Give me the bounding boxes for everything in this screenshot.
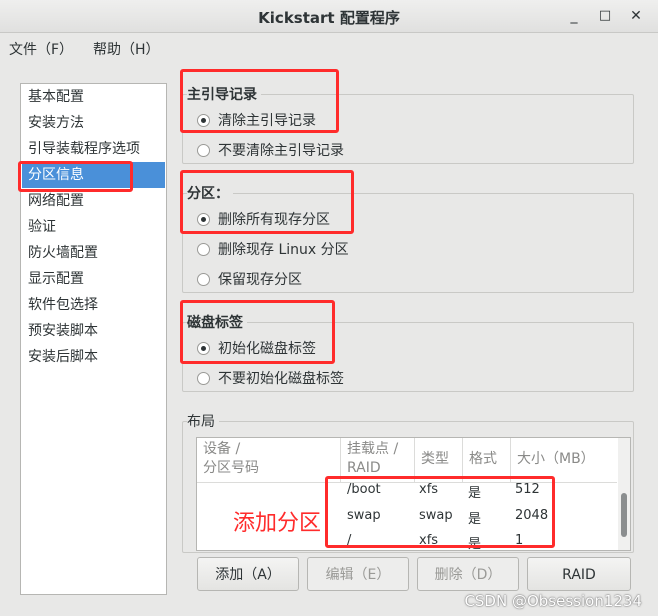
- radio-selected-icon: [197, 114, 210, 127]
- radio-selected-icon: [197, 213, 210, 226]
- table-scrollbar[interactable]: [618, 438, 630, 550]
- row3-type[interactable]: xfs: [419, 533, 438, 548]
- row3-format[interactable]: 是: [468, 533, 481, 550]
- sidebar-item-pre-script[interactable]: 预安装脚本: [22, 318, 165, 344]
- sidebar-item-network[interactable]: 网络配置: [22, 188, 165, 214]
- col-mount[interactable]: 挂载点 / RAID: [341, 438, 415, 482]
- radio-remove-all[interactable]: 删除所有现存分区: [197, 209, 330, 231]
- radio-keep-mbr[interactable]: 不要清除主引导记录: [197, 140, 344, 162]
- watermark-text: CSDN @Obsession1234: [464, 592, 642, 610]
- row1-type[interactable]: xfs: [419, 482, 438, 497]
- row2-format[interactable]: 是: [468, 508, 481, 527]
- radio-clear-mbr-label: 清除主引导记录: [218, 113, 316, 129]
- radio-no-init-label-text: 不要初始化磁盘标签: [218, 371, 344, 387]
- row3-mount[interactable]: /: [347, 533, 351, 548]
- radio-init-label[interactable]: 初始化磁盘标签: [197, 338, 316, 360]
- radio-clear-mbr[interactable]: 清除主引导记录: [197, 110, 316, 132]
- row1-size[interactable]: 512: [515, 482, 540, 497]
- sidebar-item-packages[interactable]: 软件包选择: [22, 292, 165, 318]
- sidebar-item-install-method[interactable]: 安装方法: [22, 110, 165, 136]
- menu-bar: 文件（F） 帮助（H）: [0, 33, 658, 61]
- col-size[interactable]: 大小（MB）: [511, 438, 617, 482]
- maximize-button[interactable]: □: [594, 5, 616, 27]
- radio-unselected-icon: [197, 243, 210, 256]
- layout-label: 布局: [187, 411, 219, 431]
- mbr-label: 主引导记录: [187, 84, 261, 104]
- radio-keep-mbr-label: 不要清除主引导记录: [218, 143, 344, 159]
- row3-size[interactable]: 1: [515, 533, 523, 548]
- radio-unselected-icon: [197, 372, 210, 385]
- col-format[interactable]: 格式: [463, 438, 511, 482]
- sidebar-item-firewall[interactable]: 防火墙配置: [22, 240, 165, 266]
- sidebar-item-bootloader[interactable]: 引导装载程序选项: [22, 136, 165, 162]
- row1-mount[interactable]: /boot: [347, 482, 381, 497]
- minimize-button[interactable]: _: [563, 5, 585, 27]
- sidebar-item-partition[interactable]: 分区信息: [22, 162, 165, 188]
- sidebar-item-basic[interactable]: 基本配置: [22, 84, 165, 110]
- radio-unselected-icon: [197, 273, 210, 286]
- header-divider: [197, 482, 617, 483]
- edit-button[interactable]: 编辑（E）: [307, 557, 409, 591]
- category-list: 基本配置 安装方法 引导装载程序选项 分区信息 网络配置 验证 防火墙配置 显示…: [20, 83, 167, 595]
- menu-help[interactable]: 帮助（H）: [93, 39, 160, 59]
- menu-file[interactable]: 文件（F）: [9, 39, 73, 59]
- radio-remove-all-label: 删除所有现存分区: [218, 212, 330, 228]
- radio-preserve-label: 保留现存分区: [218, 272, 302, 288]
- row1-format[interactable]: 是: [468, 482, 481, 501]
- add-button[interactable]: 添加（A）: [197, 557, 299, 591]
- row2-mount[interactable]: swap: [347, 508, 381, 523]
- sidebar-item-post-script[interactable]: 安装后脚本: [22, 344, 165, 370]
- row2-type[interactable]: swap: [419, 508, 453, 523]
- window-title: Kickstart 配置程序: [258, 9, 400, 27]
- delete-button[interactable]: 删除（D）: [417, 557, 519, 591]
- title-bar: Kickstart 配置程序 _ □ ✕: [0, 0, 658, 33]
- col-type[interactable]: 类型: [415, 438, 463, 482]
- sidebar-item-display[interactable]: 显示配置: [22, 266, 165, 292]
- sidebar-item-auth[interactable]: 验证: [22, 214, 165, 240]
- disklabel-label: 磁盘标签: [187, 312, 247, 332]
- annotation-text: 添加分区: [233, 511, 322, 536]
- radio-no-init-label[interactable]: 不要初始化磁盘标签: [197, 368, 344, 390]
- row2-size[interactable]: 2048: [515, 508, 548, 523]
- partition-label: 分区：: [187, 183, 233, 203]
- radio-selected-icon: [197, 342, 210, 355]
- radio-remove-linux-label: 删除现存 Linux 分区: [218, 242, 349, 258]
- col-device[interactable]: 设备 / 分区号码: [197, 438, 341, 482]
- radio-preserve[interactable]: 保留现存分区: [197, 269, 302, 291]
- radio-remove-linux[interactable]: 删除现存 Linux 分区: [197, 239, 349, 261]
- radio-init-label-text: 初始化磁盘标签: [218, 341, 316, 357]
- raid-button[interactable]: RAID: [527, 557, 631, 591]
- radio-unselected-icon: [197, 144, 210, 157]
- close-button[interactable]: ✕: [625, 5, 647, 27]
- scrollbar-thumb[interactable]: [621, 493, 627, 537]
